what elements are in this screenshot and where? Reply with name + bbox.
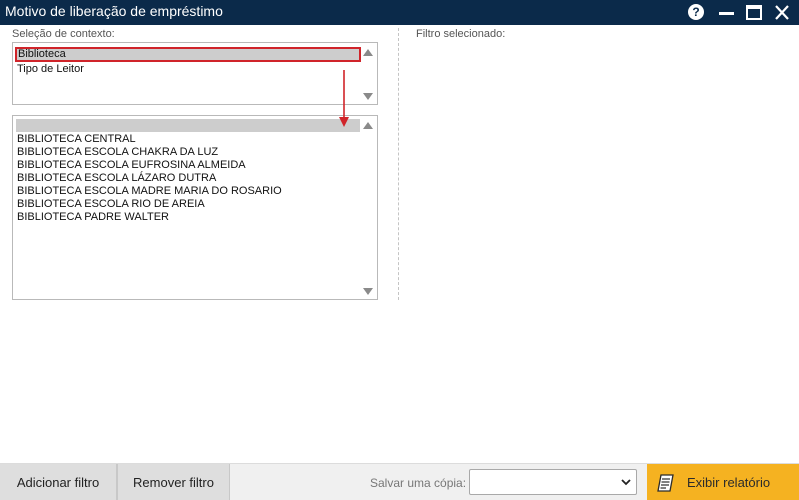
list-item[interactable]: BIBLIOTECA ESCOLA RIO DE AREIA	[16, 198, 361, 211]
title-bar: Motivo de liberação de empréstimo ?	[0, 0, 799, 25]
run-report-label: Exibir relatório	[687, 475, 771, 490]
save-copy-select[interactable]	[469, 469, 637, 495]
list-item-tipo-de-leitor[interactable]: Tipo de Leitor	[16, 63, 361, 76]
annotation-arrow-icon	[339, 70, 349, 127]
footer-bar: Adicionar filtro Remover filtro Salvar u…	[0, 463, 799, 500]
close-button[interactable]	[773, 4, 791, 21]
remove-filter-button[interactable]: Remover filtro	[117, 464, 230, 500]
context-list[interactable]: Biblioteca Tipo de Leitor	[12, 42, 378, 105]
save-copy-label: Salvar uma cópia:	[370, 476, 467, 490]
list-item[interactable]: BIBLIOTECA ESCOLA CHAKRA DA LUZ	[16, 146, 361, 159]
list-item[interactable]: BIBLIOTECA CENTRAL	[16, 133, 361, 146]
scroll-down-icon[interactable]	[363, 288, 373, 295]
selected-filter-label: Filtro selecionado:	[416, 28, 506, 40]
list-item[interactable]: BIBLIOTECA ESCOLA MADRE MARIA DO ROSARIO	[16, 185, 361, 198]
minimize-icon	[719, 12, 734, 15]
maximize-button[interactable]	[745, 4, 763, 21]
list-item[interactable]: BIBLIOTECA PADRE WALTER	[16, 211, 361, 224]
close-icon	[775, 5, 789, 20]
scroll-up-icon[interactable]	[363, 122, 373, 129]
list-item[interactable]: BIBLIOTECA ESCOLA LÁZARO DUTRA	[16, 172, 361, 185]
list-item[interactable]: BIBLIOTECA ESCOLA EUFROSINA ALMEIDA	[16, 159, 361, 172]
chevron-down-icon	[621, 479, 631, 486]
maximize-icon	[746, 5, 762, 20]
list-item-biblioteca[interactable]: Biblioteca	[15, 47, 361, 62]
help-icon: ?	[688, 4, 704, 20]
values-list[interactable]: BIBLIOTECA CENTRAL BIBLIOTECA ESCOLA CHA…	[12, 115, 378, 300]
scroll-up-icon[interactable]	[363, 49, 373, 56]
run-report-button[interactable]: Exibir relatório	[647, 464, 799, 500]
scroll-down-icon[interactable]	[363, 93, 373, 100]
report-icon	[657, 474, 674, 492]
window-title: Motivo de liberação de empréstimo	[5, 3, 223, 19]
add-filter-button[interactable]: Adicionar filtro	[0, 464, 117, 500]
list-item-blank[interactable]	[16, 119, 360, 132]
help-button[interactable]: ?	[688, 4, 706, 21]
panel-divider	[398, 28, 399, 300]
context-label: Seleção de contexto:	[12, 28, 115, 40]
minimize-button[interactable]	[718, 4, 736, 21]
